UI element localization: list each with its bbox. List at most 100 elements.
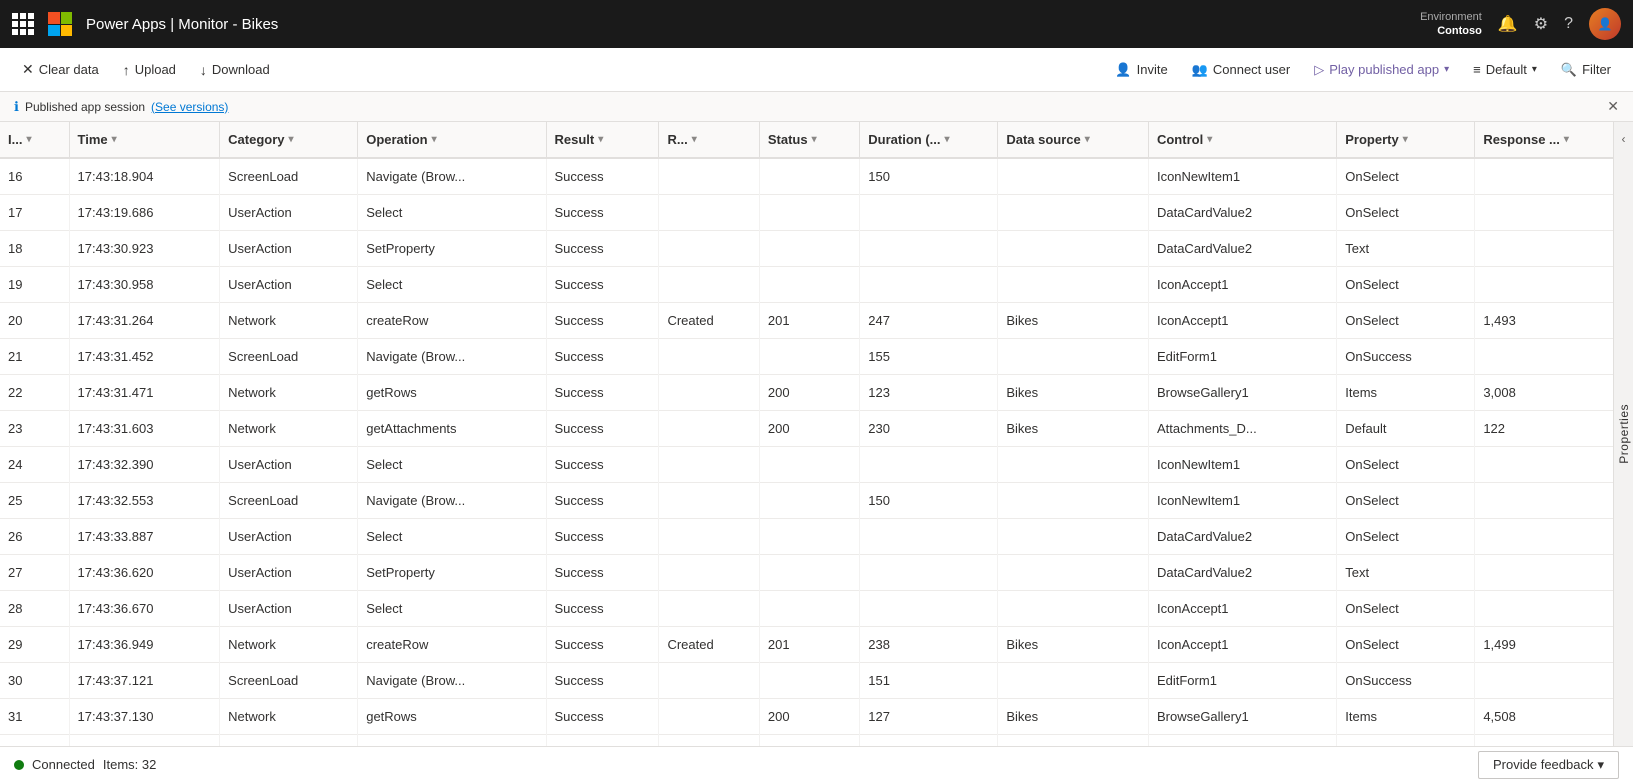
cell-r: Created: [659, 626, 759, 662]
notifications-icon[interactable]: 🔔: [1498, 14, 1518, 34]
upload-button[interactable]: ↑ Upload: [113, 57, 186, 83]
default-button[interactable]: ≡ Default ▾: [1463, 57, 1547, 82]
cell-duration: 127: [860, 698, 998, 734]
table-row[interactable]: 1917:43:30.958UserActionSelectSuccessIco…: [0, 266, 1613, 302]
settings-icon[interactable]: ⚙: [1534, 14, 1548, 34]
items-count: Items: 32: [103, 757, 156, 772]
col-header-response[interactable]: Response ... ▾: [1475, 122, 1613, 158]
cell-property: OnSelect: [1337, 590, 1475, 626]
cell-status: [759, 482, 859, 518]
cell-response: [1475, 518, 1613, 554]
table-row[interactable]: 2717:43:36.620UserActionSetPropertySucce…: [0, 554, 1613, 590]
cell-operation: getRows: [358, 698, 546, 734]
cell-property: OnSelect: [1337, 266, 1475, 302]
cell-control: IconAccept1: [1148, 626, 1336, 662]
cell-response: 1,493: [1475, 302, 1613, 338]
cell-control: IconNewItem1: [1148, 446, 1336, 482]
cell-operation: Navigate (Brow...: [358, 662, 546, 698]
table-row[interactable]: 1817:43:30.923UserActionSetPropertySucce…: [0, 230, 1613, 266]
topbar-right: Environment Contoso 🔔 ⚙ ? 👤: [1420, 8, 1621, 40]
cell-category: Network: [220, 374, 358, 410]
table-row[interactable]: 2517:43:32.553ScreenLoadNavigate (Brow..…: [0, 482, 1613, 518]
table-row[interactable]: 2017:43:31.264NetworkcreateRowSuccessCre…: [0, 302, 1613, 338]
cell-duration: 204: [860, 734, 998, 746]
table-row[interactable]: 3017:43:37.121ScreenLoadNavigate (Brow..…: [0, 662, 1613, 698]
table-row[interactable]: 2617:43:33.887UserActionSelectSuccessDat…: [0, 518, 1613, 554]
cell-response: [1475, 158, 1613, 194]
cell-id: 26: [0, 518, 69, 554]
cell-category: Network: [220, 626, 358, 662]
table-row[interactable]: 3217:43:37.180NetworkgetAttachmentsSucce…: [0, 734, 1613, 746]
properties-panel[interactable]: ‹ Properties: [1613, 122, 1633, 746]
filter-button[interactable]: 🔍 Filter: [1551, 57, 1621, 83]
cell-control: DataCardValue2: [1148, 518, 1336, 554]
download-button[interactable]: ↓ Download: [190, 57, 280, 83]
cell-duration: [860, 554, 998, 590]
table-row[interactable]: 1617:43:18.904ScreenLoadNavigate (Brow..…: [0, 158, 1613, 194]
cell-id: 20: [0, 302, 69, 338]
cell-time: 17:43:18.904: [69, 158, 220, 194]
cell-datasource: [998, 662, 1149, 698]
col-header-status[interactable]: Status ▾: [759, 122, 859, 158]
cell-control: DataCardValue2: [1148, 554, 1336, 590]
col-header-operation[interactable]: Operation ▾: [358, 122, 546, 158]
see-versions-link[interactable]: (See versions): [151, 100, 228, 114]
cell-duration: [860, 590, 998, 626]
table-container[interactable]: I... ▾ Time ▾ Category ▾: [0, 122, 1613, 746]
cell-property: Items: [1337, 374, 1475, 410]
cell-time: 17:43:37.180: [69, 734, 220, 746]
col-header-category[interactable]: Category ▾: [220, 122, 358, 158]
cell-response: 122: [1475, 734, 1613, 746]
cell-id: 27: [0, 554, 69, 590]
status-bar: Connected Items: 32 Provide feedback ▾: [0, 746, 1633, 782]
help-icon[interactable]: ?: [1564, 15, 1573, 33]
cell-datasource: Bikes: [998, 626, 1149, 662]
connect-icon: 👥: [1192, 62, 1208, 78]
sort-icon-r: ▾: [692, 134, 697, 145]
table-row[interactable]: 2217:43:31.471NetworkgetRowsSuccess20012…: [0, 374, 1613, 410]
table-row[interactable]: 2417:43:32.390UserActionSelectSuccessIco…: [0, 446, 1613, 482]
cell-control: IconAccept1: [1148, 302, 1336, 338]
col-header-control[interactable]: Control ▾: [1148, 122, 1336, 158]
connect-user-button[interactable]: 👥 Connect user: [1182, 57, 1301, 83]
cell-control: BrowseGallery1: [1148, 698, 1336, 734]
cell-property: OnSelect: [1337, 518, 1475, 554]
cell-datasource: [998, 194, 1149, 230]
col-header-r[interactable]: R... ▾: [659, 122, 759, 158]
cell-datasource: [998, 482, 1149, 518]
clear-icon: ✕: [22, 61, 34, 78]
cell-r: [659, 518, 759, 554]
cell-control: IconAccept1: [1148, 266, 1336, 302]
table-row[interactable]: 2817:43:36.670UserActionSelectSuccessIco…: [0, 590, 1613, 626]
cell-property: Default: [1337, 734, 1475, 746]
table-row[interactable]: 2317:43:31.603NetworkgetAttachmentsSucce…: [0, 410, 1613, 446]
invite-button[interactable]: 👤 Invite: [1105, 57, 1177, 83]
col-header-property[interactable]: Property ▾: [1337, 122, 1475, 158]
table-header-row: I... ▾ Time ▾ Category ▾: [0, 122, 1613, 158]
cell-property: OnSelect: [1337, 482, 1475, 518]
col-header-datasource[interactable]: Data source ▾: [998, 122, 1149, 158]
cell-property: Text: [1337, 554, 1475, 590]
cell-category: Network: [220, 698, 358, 734]
cell-datasource: Bikes: [998, 374, 1149, 410]
col-header-id[interactable]: I... ▾: [0, 122, 69, 158]
cell-r: [659, 338, 759, 374]
info-bar-close-button[interactable]: ✕: [1607, 98, 1619, 115]
cell-r: [659, 158, 759, 194]
table-row[interactable]: 2117:43:31.452ScreenLoadNavigate (Brow..…: [0, 338, 1613, 374]
waffle-menu[interactable]: [12, 13, 34, 35]
cell-result: Success: [546, 518, 659, 554]
cell-id: 29: [0, 626, 69, 662]
cell-duration: 151: [860, 662, 998, 698]
table-row[interactable]: 3117:43:37.130NetworkgetRowsSuccess20012…: [0, 698, 1613, 734]
clear-data-button[interactable]: ✕ Clear data: [12, 56, 109, 83]
table-row[interactable]: 1717:43:19.686UserActionSelectSuccessDat…: [0, 194, 1613, 230]
col-header-time[interactable]: Time ▾: [69, 122, 220, 158]
provide-feedback-button[interactable]: Provide feedback ▾: [1478, 751, 1619, 779]
table-row[interactable]: 2917:43:36.949NetworkcreateRowSuccessCre…: [0, 626, 1613, 662]
avatar[interactable]: 👤: [1589, 8, 1621, 40]
cell-datasource: [998, 446, 1149, 482]
col-header-duration[interactable]: Duration (... ▾: [860, 122, 998, 158]
col-header-result[interactable]: Result ▾: [546, 122, 659, 158]
play-published-app-button[interactable]: ▷ Play published app ▾: [1304, 57, 1459, 83]
